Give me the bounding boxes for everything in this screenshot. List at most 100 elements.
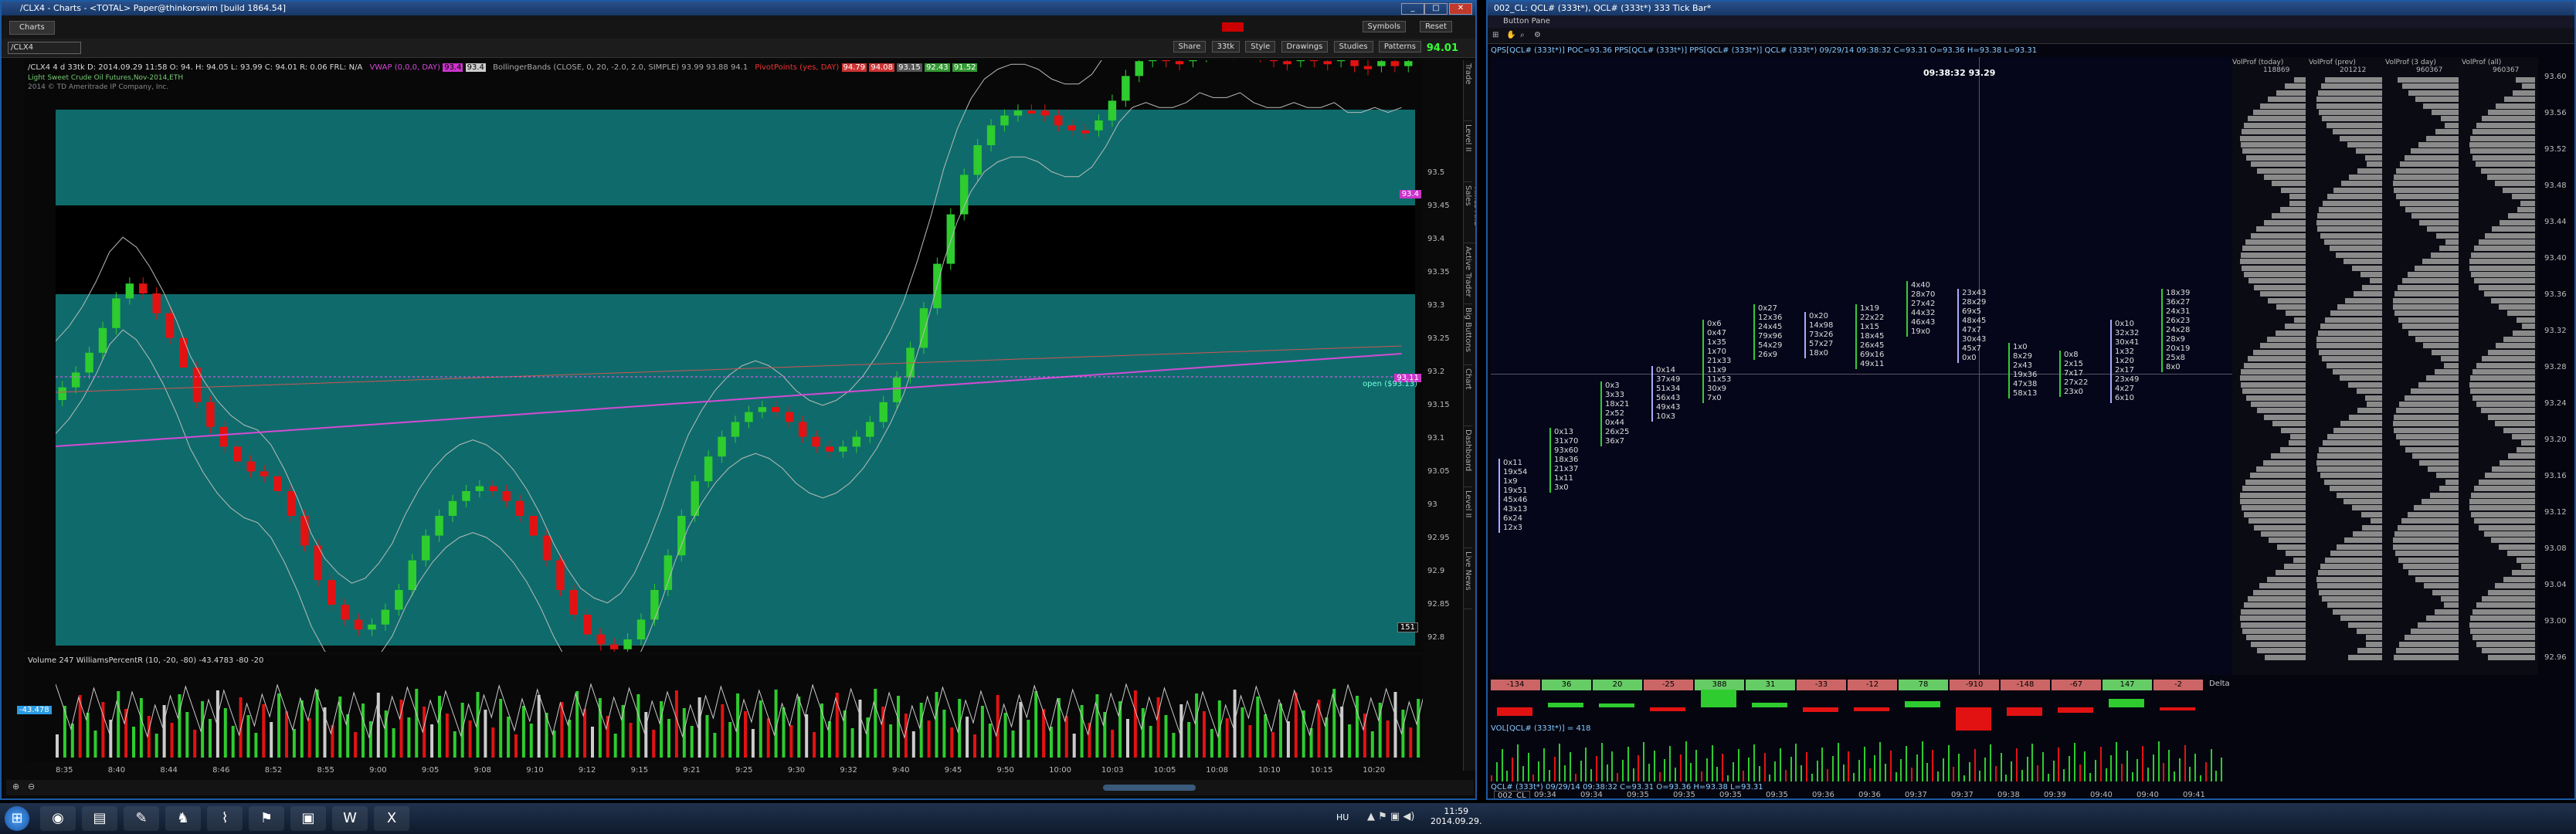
chart-app-icon[interactable]: ⌇ [207,806,243,831]
pdf-icon[interactable]: ▣ [290,806,326,831]
vp-bar [2259,583,2306,589]
vol-hist-bar [1543,748,1545,781]
maximize-button[interactable]: □ [1424,3,1448,15]
vol-hist-bar [1532,775,1535,781]
side-tab[interactable]: Chart [1464,365,1472,426]
word-icon[interactable]: W [332,806,368,831]
footprint-bar [1651,366,1653,422]
vp-bar [2430,492,2459,498]
style-button[interactable]: Style [1245,41,1276,53]
side-tab[interactable]: Live News [1464,548,1472,609]
symbols-button[interactable]: Symbols [1362,21,1406,32]
volume-profiles[interactable]: VolProf (today) 118869 VolProf (prev) 20121… [2232,57,2538,675]
vp-bar [2289,194,2306,200]
side-tab[interactable]: Level II [1464,487,1472,548]
tab-charts[interactable]: Charts [9,21,55,35]
right-price-axis[interactable]: 93.60 93.56 93.52 93.48 93.44 93.40 93.36 93.32… [2540,57,2574,675]
left-window-titlebar[interactable]: /CLX4 - Charts - <TOTAL> Paper@thinkorsw… [2,2,1475,15]
patterns-button[interactable]: Patterns [1378,41,1421,53]
vol-hist-bar [1722,754,1724,781]
candle [125,283,134,299]
chrome-icon[interactable]: ◉ [40,806,76,831]
zoom-icon[interactable]: ⊞ [1492,29,1498,42]
vp-bar [2317,90,2382,96]
vol-hist-bar [1758,766,1760,781]
minimize-button[interactable]: _ [1401,3,1424,15]
start-button[interactable]: ⊞ [5,806,29,831]
candle [502,491,511,501]
volume-bar [193,730,197,758]
scrollbar[interactable] [1103,785,1196,791]
vp-bar [2352,505,2382,511]
footprint-cell: 36x27 [2166,298,2191,307]
vol-hist-bar [1994,766,1997,781]
vp-bar [2422,499,2459,504]
left-tab-bar: Charts Symbols Reset [2,15,1475,39]
vp-bar [2356,388,2382,395]
zoom-out-icon[interactable]: ⊖ [28,781,35,792]
price-tick: 93 [1427,500,1437,509]
clock[interactable]: 11:59 2014.09.29. [1431,806,1481,826]
volume-williams-pane[interactable]: Volume 247 WilliamsPercentR (10, -20, -8… [25,655,1423,761]
right-window-titlebar[interactable]: 002_CL: QCL# (333t*), QCL# (333t*) 333 T… [1488,2,2574,15]
vp-bar [2259,103,2306,109]
excel-icon[interactable]: X [374,806,409,831]
side-tab[interactable]: Times And Sales [1464,182,1475,243]
footprint-cell: 18x36 [1554,456,1579,464]
vp-bar [2360,511,2382,517]
studies-button[interactable]: Studies [1333,41,1373,53]
volume-bar [1248,725,1252,758]
vp-bar [2284,324,2306,330]
price-axis[interactable]: 93.5 93.45 93.4 93.35 93.3 93.25 93.2 93.15 93.1… [1423,60,1461,652]
delta-bar [2160,707,2195,711]
explorer-icon[interactable]: ▤ [82,806,117,831]
thinkorswim-icon[interactable]: ⚑ [249,806,284,831]
right-footprint-window: 002_CL: QCL# (333t*), QCL# (333t*) 333 T… [1486,0,2576,800]
symbol-input[interactable]: /CLX4 [8,42,81,54]
candle [273,476,282,491]
side-tab[interactable]: Level II [1464,121,1472,182]
notepad-icon[interactable]: ✎ [124,806,159,831]
time-axis[interactable]: 8:35 8:40 8:44 8:46 8:52 8:55 9:00 9:05 9:08 9:10… [56,766,1423,778]
volume-bar [660,701,664,758]
vp-bar [2469,622,2535,628]
volume-bar [713,733,717,758]
volume-bar [644,712,648,758]
right-time-tick: 09:34 [1534,791,1556,799]
right-time-axis[interactable]: 09:34 09:34 09:35 09:35 09:35 09:35 09:36 09:36… [1534,791,2229,799]
vp-bar [2491,466,2535,472]
right-time-tick: 09:35 [1766,791,1788,799]
vp-bar [2240,252,2306,258]
vp-bar [2432,589,2459,595]
share-button[interactable]: Share [1173,41,1207,53]
vp-bar [2478,524,2535,531]
right-time-tick: 09:40 [2090,791,2113,799]
tray-icons[interactable]: ▲ ⚑ ▣ ◀) [1367,811,1414,822]
zoom-in-icon[interactable]: ⊕ [12,781,19,792]
volume-bar [697,697,701,758]
chart-tab[interactable]: 002_CL [1494,791,1530,798]
hand-icon[interactable]: ✋ [1506,29,1515,42]
aggregation-button[interactable]: 33tk [1211,41,1240,53]
tag-93-4: 93.4 [1399,190,1421,198]
right-price-tick: 93.48 [2544,181,2567,190]
time-tick: 9:50 [996,766,1014,775]
side-tab[interactable]: Active Trader [1464,243,1472,304]
reset-button[interactable]: Reset [1420,21,1452,32]
vol-hist-bar [1737,749,1739,781]
vol-hist-bar [1617,773,1619,781]
price-chart[interactable]: /CLX4 4 d 33tk D: 2014.09.29 11:58 O: 94… [25,60,1423,652]
app-icon[interactable]: ♞ [165,806,201,831]
side-tab[interactable]: Big Buttons [1464,304,1472,365]
footprint-chart[interactable]: 09:38:32 93.29 0x11 19x54 1x9 19x51 45x46 43x… [1491,57,2232,675]
close-button[interactable]: ✕ [1449,3,1472,15]
side-tab[interactable]: Trade [1464,60,1472,121]
side-tab[interactable]: Dashboard [1464,426,1472,487]
footprint-cell: 18x0 [1809,349,1829,358]
drawings-button[interactable]: Drawings [1281,41,1329,53]
magnify-icon[interactable]: ⌕ [1520,29,1525,42]
vp-header: VolProf (today) [2232,59,2284,66]
settings-icon[interactable]: ⚙ [1534,29,1541,42]
footprint-cell: 7x17 [2064,369,2084,378]
language-indicator[interactable]: HU [1336,812,1349,822]
